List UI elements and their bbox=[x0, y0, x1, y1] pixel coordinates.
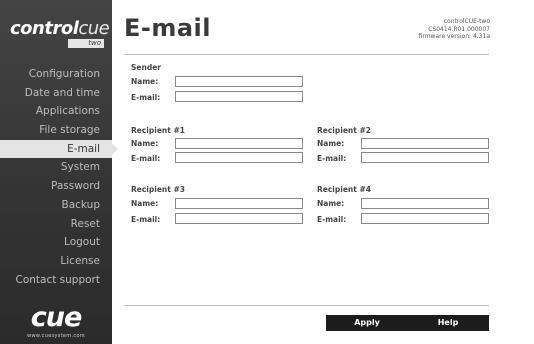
recipient-3-name-input[interactable] bbox=[175, 198, 303, 209]
recipient-1-email-label: E-mail: bbox=[131, 154, 161, 163]
sender-title: Sender bbox=[131, 63, 161, 72]
recipient-2-email-label: E-mail: bbox=[317, 154, 347, 163]
recipient-1-email-input[interactable] bbox=[175, 152, 303, 163]
recipient-1-name-input[interactable] bbox=[175, 138, 303, 149]
sidebar-nav: Configuration Date and time Applications… bbox=[0, 65, 118, 290]
device-name: controlCUE-two bbox=[443, 18, 490, 25]
recipient-4-name-label: Name: bbox=[317, 199, 345, 208]
sender-name-input[interactable] bbox=[175, 76, 303, 87]
recipient-1-title: Recipient #1 bbox=[131, 126, 185, 135]
sender-name-label: Name: bbox=[131, 77, 159, 86]
sidebar-item-reset[interactable]: Reset bbox=[0, 215, 112, 234]
sidebar-item-logout[interactable]: Logout bbox=[0, 233, 112, 252]
device-info: controlCUE-two CS0414.R01.000007 firmwar… bbox=[419, 18, 490, 41]
cue-brand-logo: cue www.cuesystem.com bbox=[0, 302, 112, 339]
recipient-3-title: Recipient #3 bbox=[131, 185, 185, 194]
sidebar-item-email[interactable]: E-mail bbox=[0, 139, 118, 159]
device-serial: CS0414.R01.000007 bbox=[428, 25, 490, 33]
sidebar-item-contact-support[interactable]: Contact support bbox=[0, 271, 112, 290]
footer-divider bbox=[124, 305, 489, 306]
sidebar-item-applications[interactable]: Applications bbox=[0, 102, 112, 121]
logo-subtext: two bbox=[68, 39, 104, 48]
recipient-2-email-input[interactable] bbox=[361, 152, 489, 163]
recipient-1-name-label: Name: bbox=[131, 139, 159, 148]
brand-url: www.cuesystem.com bbox=[27, 333, 85, 339]
apply-button[interactable]: Apply bbox=[326, 315, 408, 331]
page-title: E-mail bbox=[124, 14, 212, 42]
sidebar-item-system[interactable]: System bbox=[0, 158, 112, 177]
recipient-2-name-label: Name: bbox=[317, 139, 345, 148]
logo-text-thin: cue bbox=[78, 18, 110, 39]
recipient-2-name-input[interactable] bbox=[361, 138, 489, 149]
sender-email-label: E-mail: bbox=[131, 93, 161, 102]
sender-email-input[interactable] bbox=[175, 91, 303, 102]
brand-word: cue bbox=[30, 302, 83, 333]
controlcue-logo: controlcue two bbox=[10, 18, 110, 48]
recipient-4-email-label: E-mail: bbox=[317, 215, 347, 224]
help-button[interactable]: Help bbox=[407, 315, 489, 331]
sidebar: controlcue two Configuration Date and ti… bbox=[0, 0, 118, 344]
recipient-3-email-label: E-mail: bbox=[131, 215, 161, 224]
sidebar-item-date-and-time[interactable]: Date and time bbox=[0, 84, 112, 103]
recipient-4-name-input[interactable] bbox=[361, 198, 489, 209]
firmware-version: firmware version: 4.31a bbox=[418, 33, 490, 40]
recipient-3-name-label: Name: bbox=[131, 199, 159, 208]
sidebar-item-license[interactable]: License bbox=[0, 252, 112, 271]
sidebar-item-password[interactable]: Password bbox=[0, 177, 112, 196]
recipient-4-title: Recipient #4 bbox=[317, 185, 371, 194]
recipient-3-email-input[interactable] bbox=[175, 213, 303, 224]
sidebar-item-file-storage[interactable]: File storage bbox=[0, 121, 112, 140]
app-frame: controlcue two Configuration Date and ti… bbox=[0, 0, 534, 344]
recipient-2-title: Recipient #2 bbox=[317, 126, 371, 135]
sidebar-item-backup[interactable]: Backup bbox=[0, 196, 112, 215]
sidebar-item-configuration[interactable]: Configuration bbox=[0, 65, 112, 84]
header-divider bbox=[124, 54, 489, 55]
recipient-4-email-input[interactable] bbox=[361, 213, 489, 224]
logo-text-bold: control bbox=[10, 18, 79, 39]
